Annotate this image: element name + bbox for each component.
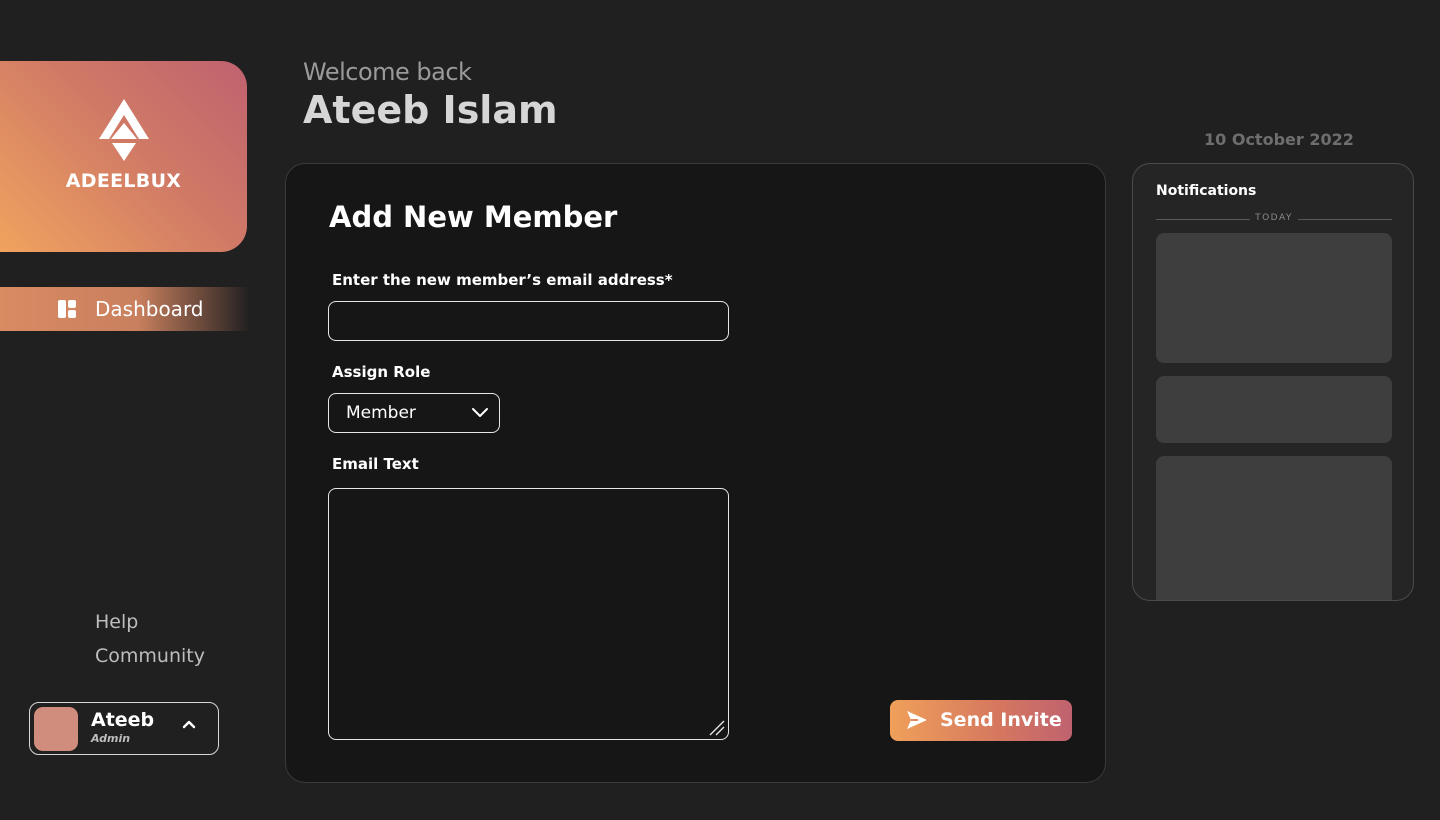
dashboard-icon — [58, 300, 76, 318]
community-link[interactable]: Community — [95, 645, 205, 667]
send-invite-button[interactable]: Send Invite — [890, 700, 1072, 741]
notifications-title: Notifications — [1156, 183, 1257, 199]
date-group-label: TODAY — [1255, 213, 1293, 223]
resize-handle-icon[interactable] — [706, 717, 726, 737]
send-icon — [907, 711, 927, 729]
sidebar-item-label: Dashboard — [95, 297, 204, 321]
chevron-down-icon — [472, 408, 488, 417]
notifications-panel: Notifications TODAY — [1132, 163, 1414, 601]
notification-card[interactable] — [1156, 233, 1392, 363]
form-title: Add New Member — [329, 200, 618, 234]
brand-card[interactable]: ADEELBUX — [0, 61, 247, 252]
email-field[interactable] — [328, 301, 729, 341]
chevron-up-icon[interactable] — [181, 717, 197, 731]
role-label: Assign Role — [332, 363, 431, 381]
welcome-text: Welcome back — [303, 58, 472, 86]
email-text-label: Email Text — [332, 455, 419, 473]
date-label: 10 October 2022 — [1204, 130, 1354, 149]
user-name: Ateeb — [91, 709, 155, 731]
sidebar-item-dashboard[interactable]: Dashboard — [0, 287, 250, 331]
brand-name: ADEELBUX — [65, 170, 182, 192]
role-selected-value: Member — [346, 403, 416, 423]
page-title: Ateeb Islam — [303, 88, 558, 132]
email-label: Enter the new member’s email address* — [332, 271, 673, 289]
user-role: Admin — [91, 732, 131, 745]
user-menu[interactable]: Ateeb Admin — [29, 702, 219, 755]
avatar — [34, 707, 78, 751]
arrow-logo-icon — [98, 99, 149, 161]
divider-line — [1298, 219, 1392, 220]
role-dropdown[interactable]: Member — [328, 393, 500, 433]
send-invite-label: Send Invite — [940, 709, 1062, 731]
date-divider: TODAY — [1156, 213, 1392, 225]
add-member-panel: Add New Member Enter the new member’s em… — [285, 163, 1106, 783]
notification-card[interactable] — [1156, 376, 1392, 443]
email-text-field[interactable] — [328, 488, 729, 740]
help-link[interactable]: Help — [95, 611, 138, 633]
notification-card[interactable] — [1156, 456, 1392, 600]
app-root: ADEELBUX Dashboard Help Community Ateeb … — [0, 0, 1440, 820]
